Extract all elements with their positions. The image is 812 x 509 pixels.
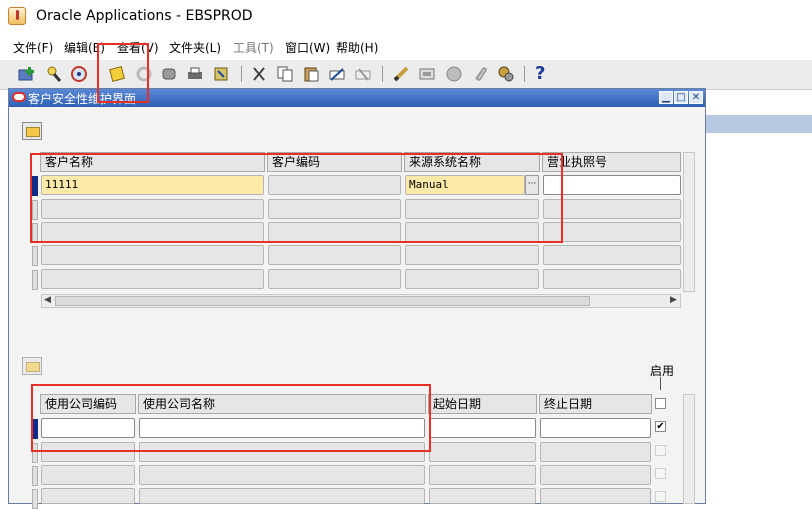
start-date-field[interactable] xyxy=(429,442,536,462)
horizontal-scroll-thumb[interactable] xyxy=(55,296,590,306)
find-icon[interactable] xyxy=(45,65,63,83)
paste-icon[interactable] xyxy=(302,65,320,83)
maximize-button[interactable]: □ xyxy=(674,91,688,104)
business-license-field[interactable] xyxy=(543,199,681,219)
attachments-icon[interactable] xyxy=(471,65,489,83)
source-system-field[interactable] xyxy=(405,269,539,289)
source-system-field[interactable] xyxy=(405,245,539,265)
menu-file[interactable]: 文件(F) xyxy=(13,39,53,56)
enabled-checkbox[interactable]: ✔ xyxy=(655,421,666,432)
company-code-field[interactable] xyxy=(41,488,135,504)
row-indicator[interactable] xyxy=(32,270,38,290)
form-window-icon xyxy=(12,92,26,102)
business-license-field[interactable] xyxy=(543,175,681,195)
start-date-field[interactable] xyxy=(429,488,536,504)
folder-icon-upper[interactable] xyxy=(22,122,42,140)
start-date-field[interactable] xyxy=(429,465,536,485)
customer-name-field[interactable] xyxy=(41,269,264,289)
cut-icon[interactable] xyxy=(250,65,268,83)
enabled-checkbox[interactable] xyxy=(655,491,666,502)
end-date-field[interactable] xyxy=(540,418,651,438)
enabled-checkbox[interactable] xyxy=(655,445,666,456)
help-icon[interactable]: ? xyxy=(535,65,553,83)
menu-tools[interactable]: 工具(T) xyxy=(233,39,274,56)
oracle-app-icon xyxy=(8,7,26,25)
end-date-field[interactable] xyxy=(540,488,651,504)
clear-record-icon[interactable] xyxy=(328,65,346,83)
col-header-start-date: 起始日期 xyxy=(428,394,537,414)
delete-record-icon[interactable] xyxy=(354,65,372,83)
print-icon[interactable] xyxy=(186,65,204,83)
customer-name-field[interactable] xyxy=(41,245,264,265)
app-title: Oracle Applications - EBSPROD xyxy=(36,8,253,24)
upper-vertical-scrollbar[interactable] xyxy=(683,152,695,292)
close-form-icon[interactable] xyxy=(212,65,230,83)
enabled-checkbox[interactable] xyxy=(655,398,666,409)
close-button[interactable]: ✕ xyxy=(689,91,703,104)
translations-icon[interactable] xyxy=(445,65,463,83)
company-code-field[interactable] xyxy=(41,465,135,485)
menu-help[interactable]: 帮助(H) xyxy=(336,39,378,56)
copy-icon[interactable] xyxy=(276,65,294,83)
highlight-box-upper-table xyxy=(30,153,563,243)
end-date-field[interactable] xyxy=(540,465,651,485)
row-indicator[interactable] xyxy=(32,489,38,509)
folder-tools-icon[interactable] xyxy=(497,65,515,83)
start-date-field[interactable] xyxy=(429,418,536,438)
scroll-left-icon[interactable]: ◀ xyxy=(44,295,51,305)
zoom-icon[interactable] xyxy=(418,65,436,83)
highlight-box-lower-table xyxy=(31,384,431,452)
col-header-end-date: 终止日期 xyxy=(539,394,652,414)
highlight-box-save xyxy=(97,43,149,103)
business-license-field[interactable] xyxy=(543,222,681,242)
business-license-field[interactable] xyxy=(543,269,681,289)
switch-responsibility-icon[interactable] xyxy=(160,65,178,83)
enabled-label-line xyxy=(660,377,661,390)
enabled-label: 启用 xyxy=(650,364,675,378)
end-date-field[interactable] xyxy=(540,442,651,462)
business-license-field[interactable] xyxy=(543,245,681,265)
customer-code-field[interactable] xyxy=(268,245,401,265)
enabled-checkbox[interactable] xyxy=(655,468,666,479)
new-icon[interactable] xyxy=(17,65,35,83)
scroll-right-icon[interactable]: ▶ xyxy=(670,295,677,305)
background-strip xyxy=(706,115,812,133)
company-name-field[interactable] xyxy=(139,465,425,485)
lower-vertical-scrollbar[interactable] xyxy=(683,394,695,504)
customer-code-field[interactable] xyxy=(268,269,401,289)
folder-icon-lower[interactable] xyxy=(22,357,42,375)
navigator-icon[interactable] xyxy=(70,65,88,83)
menu-window[interactable]: 窗口(W) xyxy=(285,39,330,56)
menu-folder[interactable]: 文件夹(L) xyxy=(169,39,221,56)
company-name-field[interactable] xyxy=(139,488,425,504)
row-indicator[interactable] xyxy=(32,466,38,486)
edit-field-icon[interactable] xyxy=(392,65,410,83)
row-indicator[interactable] xyxy=(32,246,38,266)
background-area xyxy=(706,90,812,504)
minimize-button[interactable]: ▁ xyxy=(659,91,673,104)
